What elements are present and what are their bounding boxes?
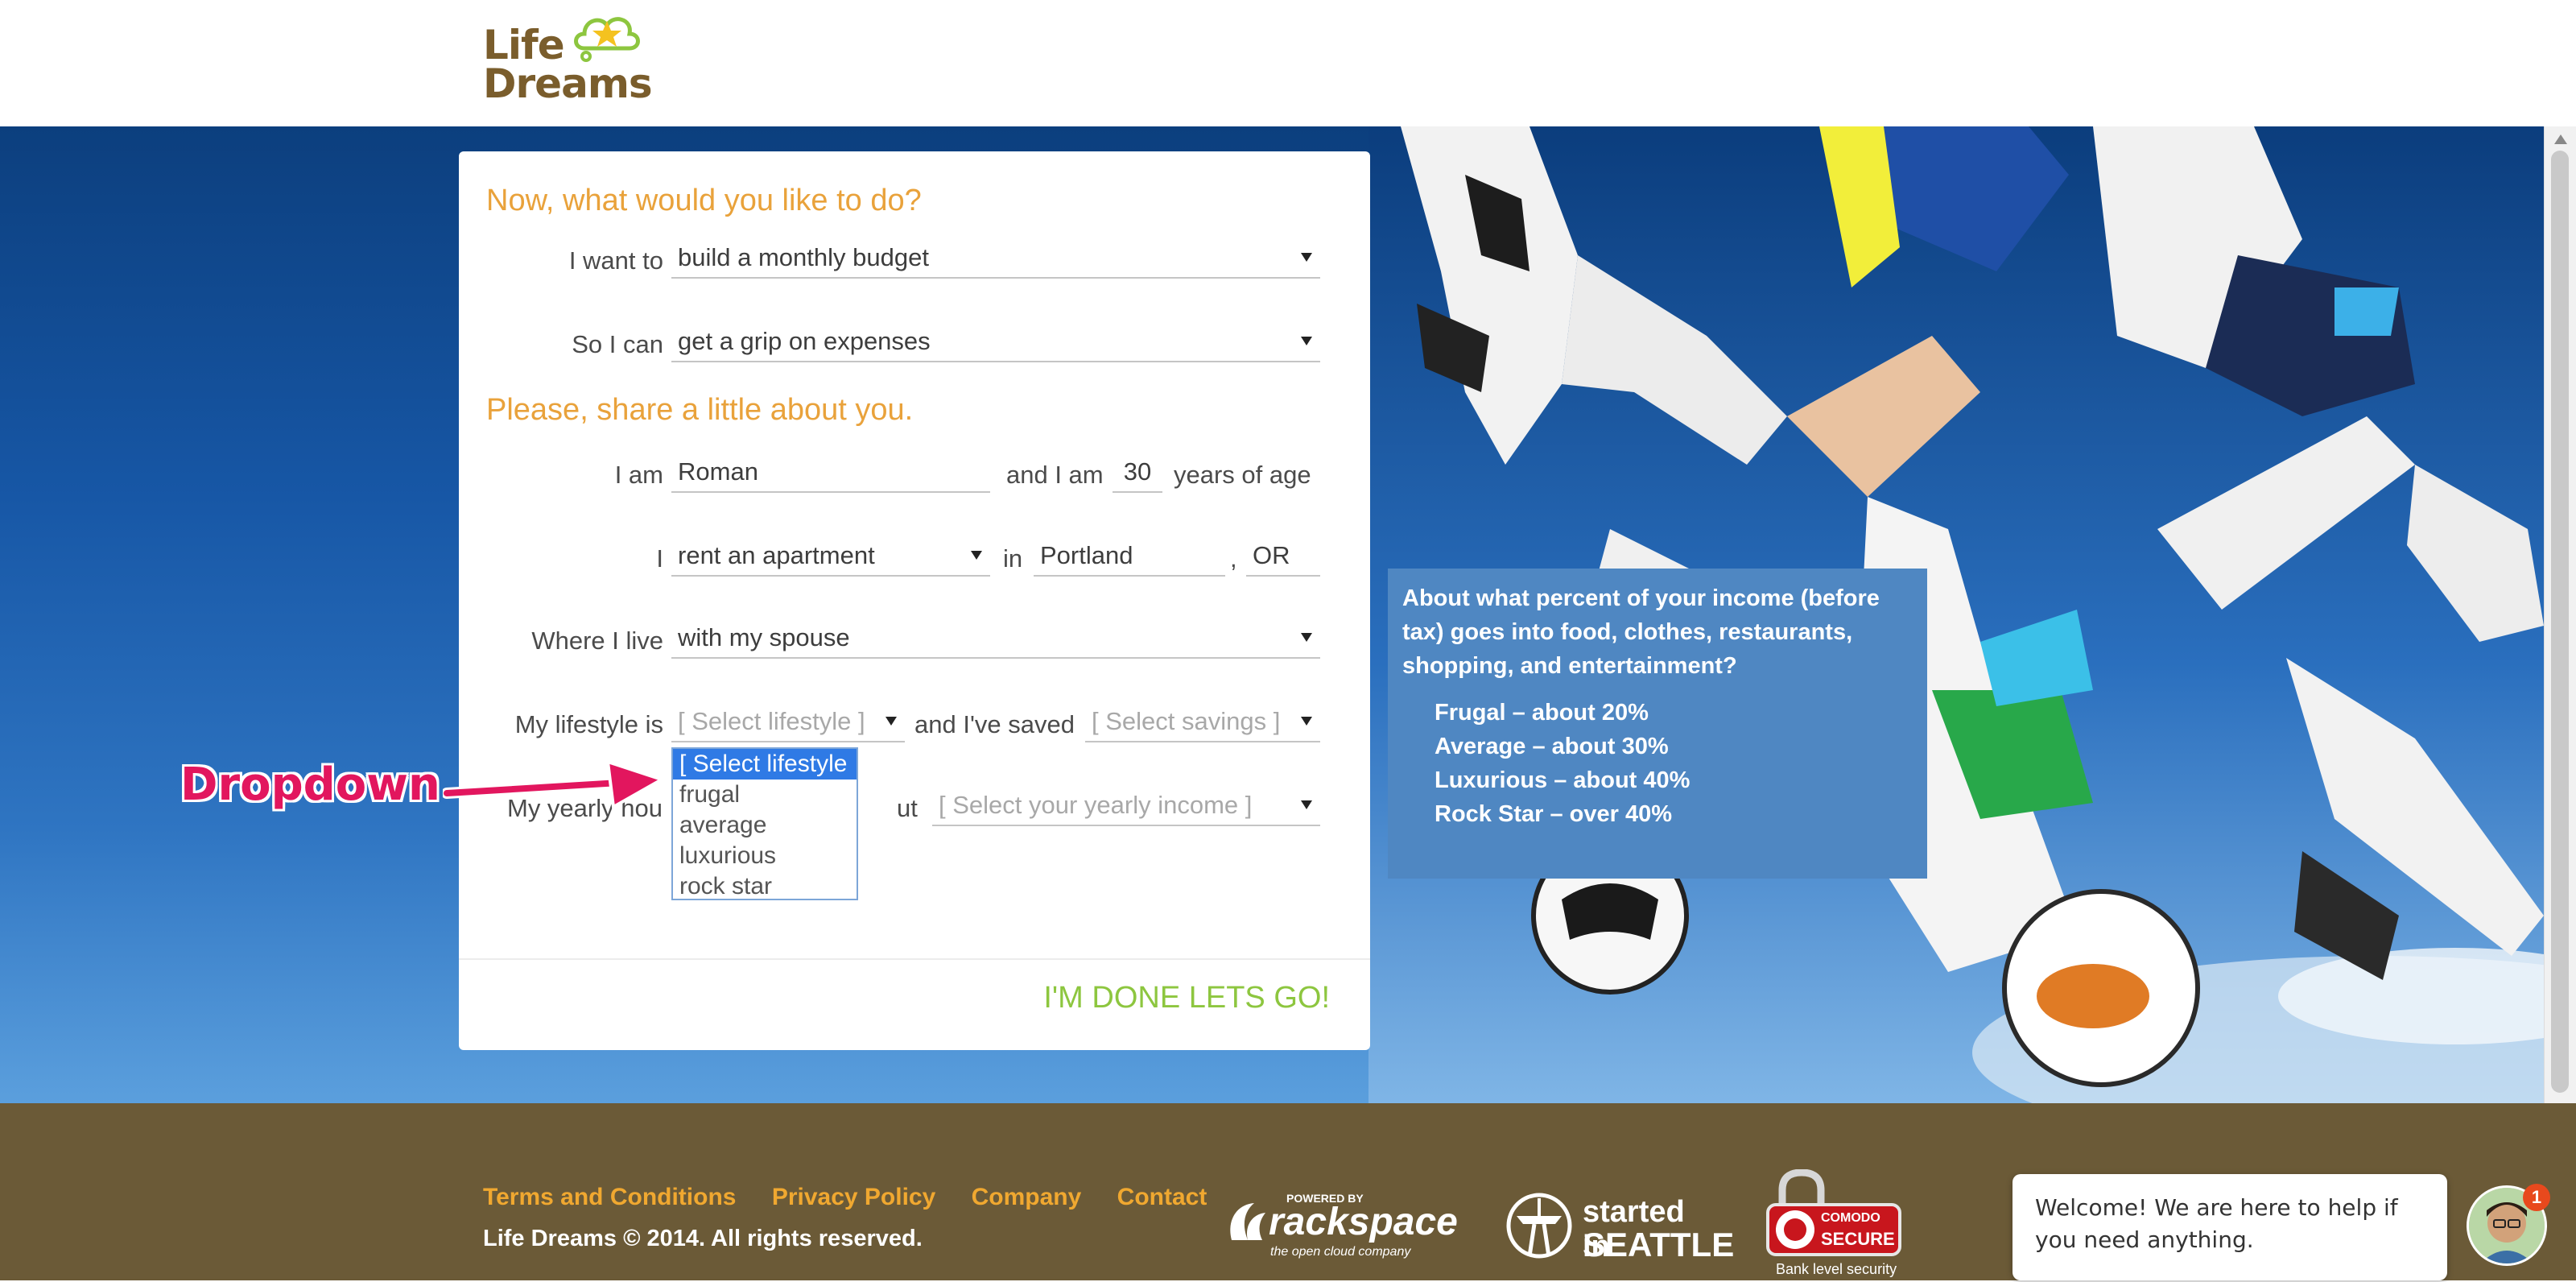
- in-label: in: [1003, 544, 1023, 573]
- footer-links: Terms and Conditions Privacy Policy Comp…: [483, 1184, 1236, 1211]
- logo-line-2: Dreams: [483, 60, 653, 107]
- lifestyle-option-average[interactable]: average: [673, 810, 857, 841]
- info-item: Rock Star – over 40%: [1435, 801, 1672, 827]
- comma-separator: ,: [1230, 544, 1237, 573]
- lifestyle-option-rock-star[interactable]: rock star: [673, 871, 857, 902]
- rackspace-badge[interactable]: POWERED BY rackspace the open cloud comp…: [1224, 1192, 1458, 1259]
- age-input[interactable]: 30: [1113, 453, 1162, 493]
- years-label: years of age: [1174, 461, 1311, 489]
- scroll-up-arrow-icon[interactable]: [2554, 134, 2567, 144]
- site-header: Life Dreams: [0, 0, 2576, 128]
- and-iam-label: and I am: [1006, 461, 1104, 489]
- lifestyle-option-frugal[interactable]: frugal: [673, 780, 857, 810]
- dropdown-arrow-icon: [886, 717, 897, 726]
- footer-link-company[interactable]: Company: [972, 1184, 1082, 1210]
- dropdown-arrow-icon: [971, 551, 982, 560]
- dropdown-arrow-icon: [1301, 633, 1312, 642]
- reason-select-value: get a grip on expenses: [678, 327, 931, 355]
- want-label: I want to: [568, 246, 663, 275]
- living-select[interactable]: with my spouse: [671, 618, 1320, 659]
- iam-label: I am: [614, 461, 663, 489]
- savings-select-value: [ Select savings ]: [1092, 707, 1281, 735]
- comodo-name: COMODO: [1821, 1211, 1880, 1225]
- form-heading-goals: Now, what would you like to do?: [486, 184, 922, 217]
- lifestyle-option-placeholder[interactable]: [ Select lifestyle ]: [673, 749, 857, 808]
- comodo-secure: SECURE: [1821, 1229, 1895, 1249]
- form-divider: [459, 958, 1370, 960]
- budget-form-card: Now, what would you like to do? I want t…: [459, 151, 1370, 1050]
- reason-select[interactable]: get a grip on expenses: [671, 322, 1320, 362]
- info-item: Frugal – about 20%: [1435, 700, 1649, 726]
- dropdown-arrow-icon: [1301, 337, 1312, 345]
- income-select[interactable]: [ Select your yearly income ]: [932, 786, 1320, 826]
- state-input[interactable]: OR: [1246, 536, 1320, 577]
- started-in-seattle-badge[interactable]: started in SEATTLE: [1505, 1192, 1734, 1264]
- goal-select[interactable]: build a monthly budget: [671, 238, 1320, 279]
- where-label: Where I live: [531, 627, 663, 655]
- lifestyle-select[interactable]: [ Select lifestyle ]: [671, 702, 905, 742]
- info-item: Average – about 30%: [1435, 734, 1669, 759]
- info-list: Frugal – about 20% Average – about 30% L…: [1402, 696, 1913, 831]
- living-select-value: with my spouse: [678, 623, 850, 651]
- i-label: I: [656, 544, 663, 573]
- seattle-city: SEATTLE: [1583, 1226, 1735, 1263]
- comodo-secure-badge[interactable]: COMODO SECURE Bank level security: [1760, 1169, 1913, 1282]
- lifestyle-option-luxurious[interactable]: luxurious: [673, 841, 857, 871]
- dropdown-arrow-icon: [1301, 253, 1312, 262]
- page-scrollbar[interactable]: [2544, 126, 2576, 1103]
- chat-welcome-bubble[interactable]: Welcome! We are here to help if you need…: [2013, 1174, 2447, 1280]
- dropdown-arrow-icon: [1301, 800, 1312, 809]
- rackspace-name: rackspace: [1269, 1201, 1458, 1243]
- info-item: Luxurious – about 40%: [1435, 767, 1690, 793]
- comodo-caption: Bank level security: [1776, 1261, 1897, 1277]
- life-dreams-logo[interactable]: Life Dreams: [483, 8, 653, 113]
- lifestyle-info-box: About what percent of your income (befor…: [1388, 569, 1927, 879]
- done-button[interactable]: I'M DONE LETS GO!: [1043, 981, 1330, 1015]
- goal-select-value: build a monthly budget: [678, 243, 929, 271]
- housing-select[interactable]: rent an apartment: [671, 536, 990, 577]
- dropdown-annotation-label: Dropdown: [180, 759, 440, 811]
- form-heading-about: Please, share a little about you.: [486, 393, 914, 427]
- cloud-star-icon: [574, 17, 640, 62]
- can-label: So I can: [572, 330, 663, 358]
- footer-link-contact[interactable]: Contact: [1117, 1184, 1208, 1210]
- info-question: About what percent of your income (befor…: [1402, 585, 1880, 679]
- income-select-value: [ Select your yearly income ]: [939, 791, 1253, 819]
- savings-select[interactable]: [ Select savings ]: [1085, 702, 1320, 742]
- lifestyle-dropdown-list[interactable]: [ Select lifestyle ] frugal average luxu…: [671, 747, 858, 900]
- housing-select-value: rent an apartment: [678, 541, 875, 569]
- lifestyle-label: My lifestyle is: [514, 710, 663, 738]
- footer-link-privacy[interactable]: Privacy Policy: [772, 1184, 935, 1210]
- yearly-label-right: ut: [897, 794, 918, 822]
- chat-notification-badge: 1: [2523, 1184, 2550, 1211]
- copyright-text: Life Dreams © 2014. All rights reserved.: [483, 1226, 923, 1251]
- footer-link-terms[interactable]: Terms and Conditions: [483, 1184, 736, 1210]
- rackspace-tag: the open cloud company: [1270, 1245, 1411, 1259]
- lifestyle-select-value: [ Select lifestyle ]: [678, 707, 865, 735]
- annotation-arrow-icon: [443, 759, 666, 810]
- scrollbar-thumb[interactable]: [2551, 151, 2569, 1093]
- name-input[interactable]: Roman: [671, 453, 990, 493]
- city-input[interactable]: Portland: [1034, 536, 1225, 577]
- rackspace-logo-icon: [1230, 1203, 1265, 1240]
- saved-label: and I've saved: [914, 710, 1075, 738]
- dropdown-arrow-icon: [1301, 717, 1312, 726]
- space-needle-icon: [1506, 1193, 1572, 1259]
